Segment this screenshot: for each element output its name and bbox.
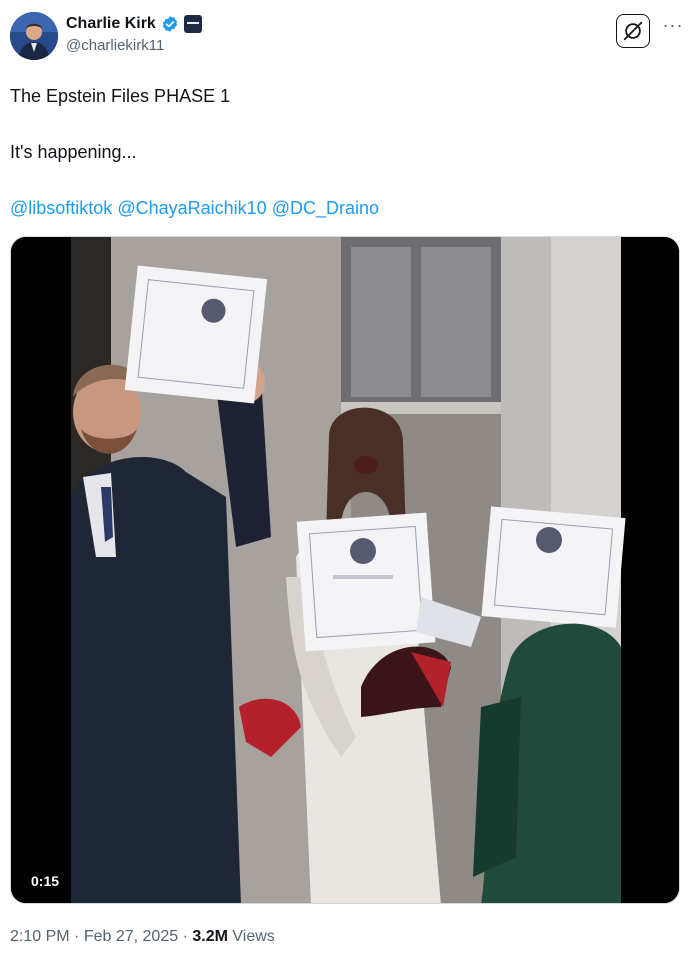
tweet-header: Charlie Kirk @charliekirk11 ··· [10, 10, 690, 62]
grok-icon [623, 21, 643, 41]
profile-photo-icon [10, 12, 58, 60]
mention-link[interactable]: @DC_Draino [272, 198, 379, 218]
grok-button[interactable] [616, 14, 650, 48]
avatar[interactable] [10, 12, 58, 60]
mention-link[interactable]: @ChayaRaichik10 [117, 198, 266, 218]
meta-separator: · [182, 928, 188, 945]
author-handle[interactable]: @charliekirk11 [66, 36, 202, 56]
views-label: Views [232, 928, 275, 945]
mention-link[interactable]: @libsoftiktok [10, 198, 112, 218]
tweet-text-line-2: It's happening... [10, 142, 137, 162]
tweet-meta: 2:10 PM · Feb 27, 2025 · 3.2M Views [10, 926, 275, 948]
views-count: 3.2M [192, 928, 228, 945]
tweet-text-line-1: The Epstein Files PHASE 1 [10, 86, 231, 106]
display-name-row: Charlie Kirk [66, 14, 202, 34]
video-duration-badge: 0:15 [25, 870, 66, 892]
video-frame [11, 237, 679, 903]
tweet-time[interactable]: 2:10 PM [10, 928, 70, 945]
more-options-button[interactable]: ··· [660, 16, 686, 38]
display-name[interactable]: Charlie Kirk [66, 14, 156, 34]
verified-badge-icon[interactable] [161, 15, 179, 33]
meta-separator: · [74, 928, 80, 945]
affiliation-badge-icon[interactable] [183, 15, 202, 33]
tweet-date[interactable]: Feb 27, 2025 [84, 928, 178, 945]
author-names: Charlie Kirk @charliekirk11 [66, 14, 202, 56]
video-player[interactable]: 0:15 [10, 236, 680, 904]
tweet-mentions: @libsoftiktok @ChayaRaichik10 @DC_Draino [10, 196, 379, 220]
